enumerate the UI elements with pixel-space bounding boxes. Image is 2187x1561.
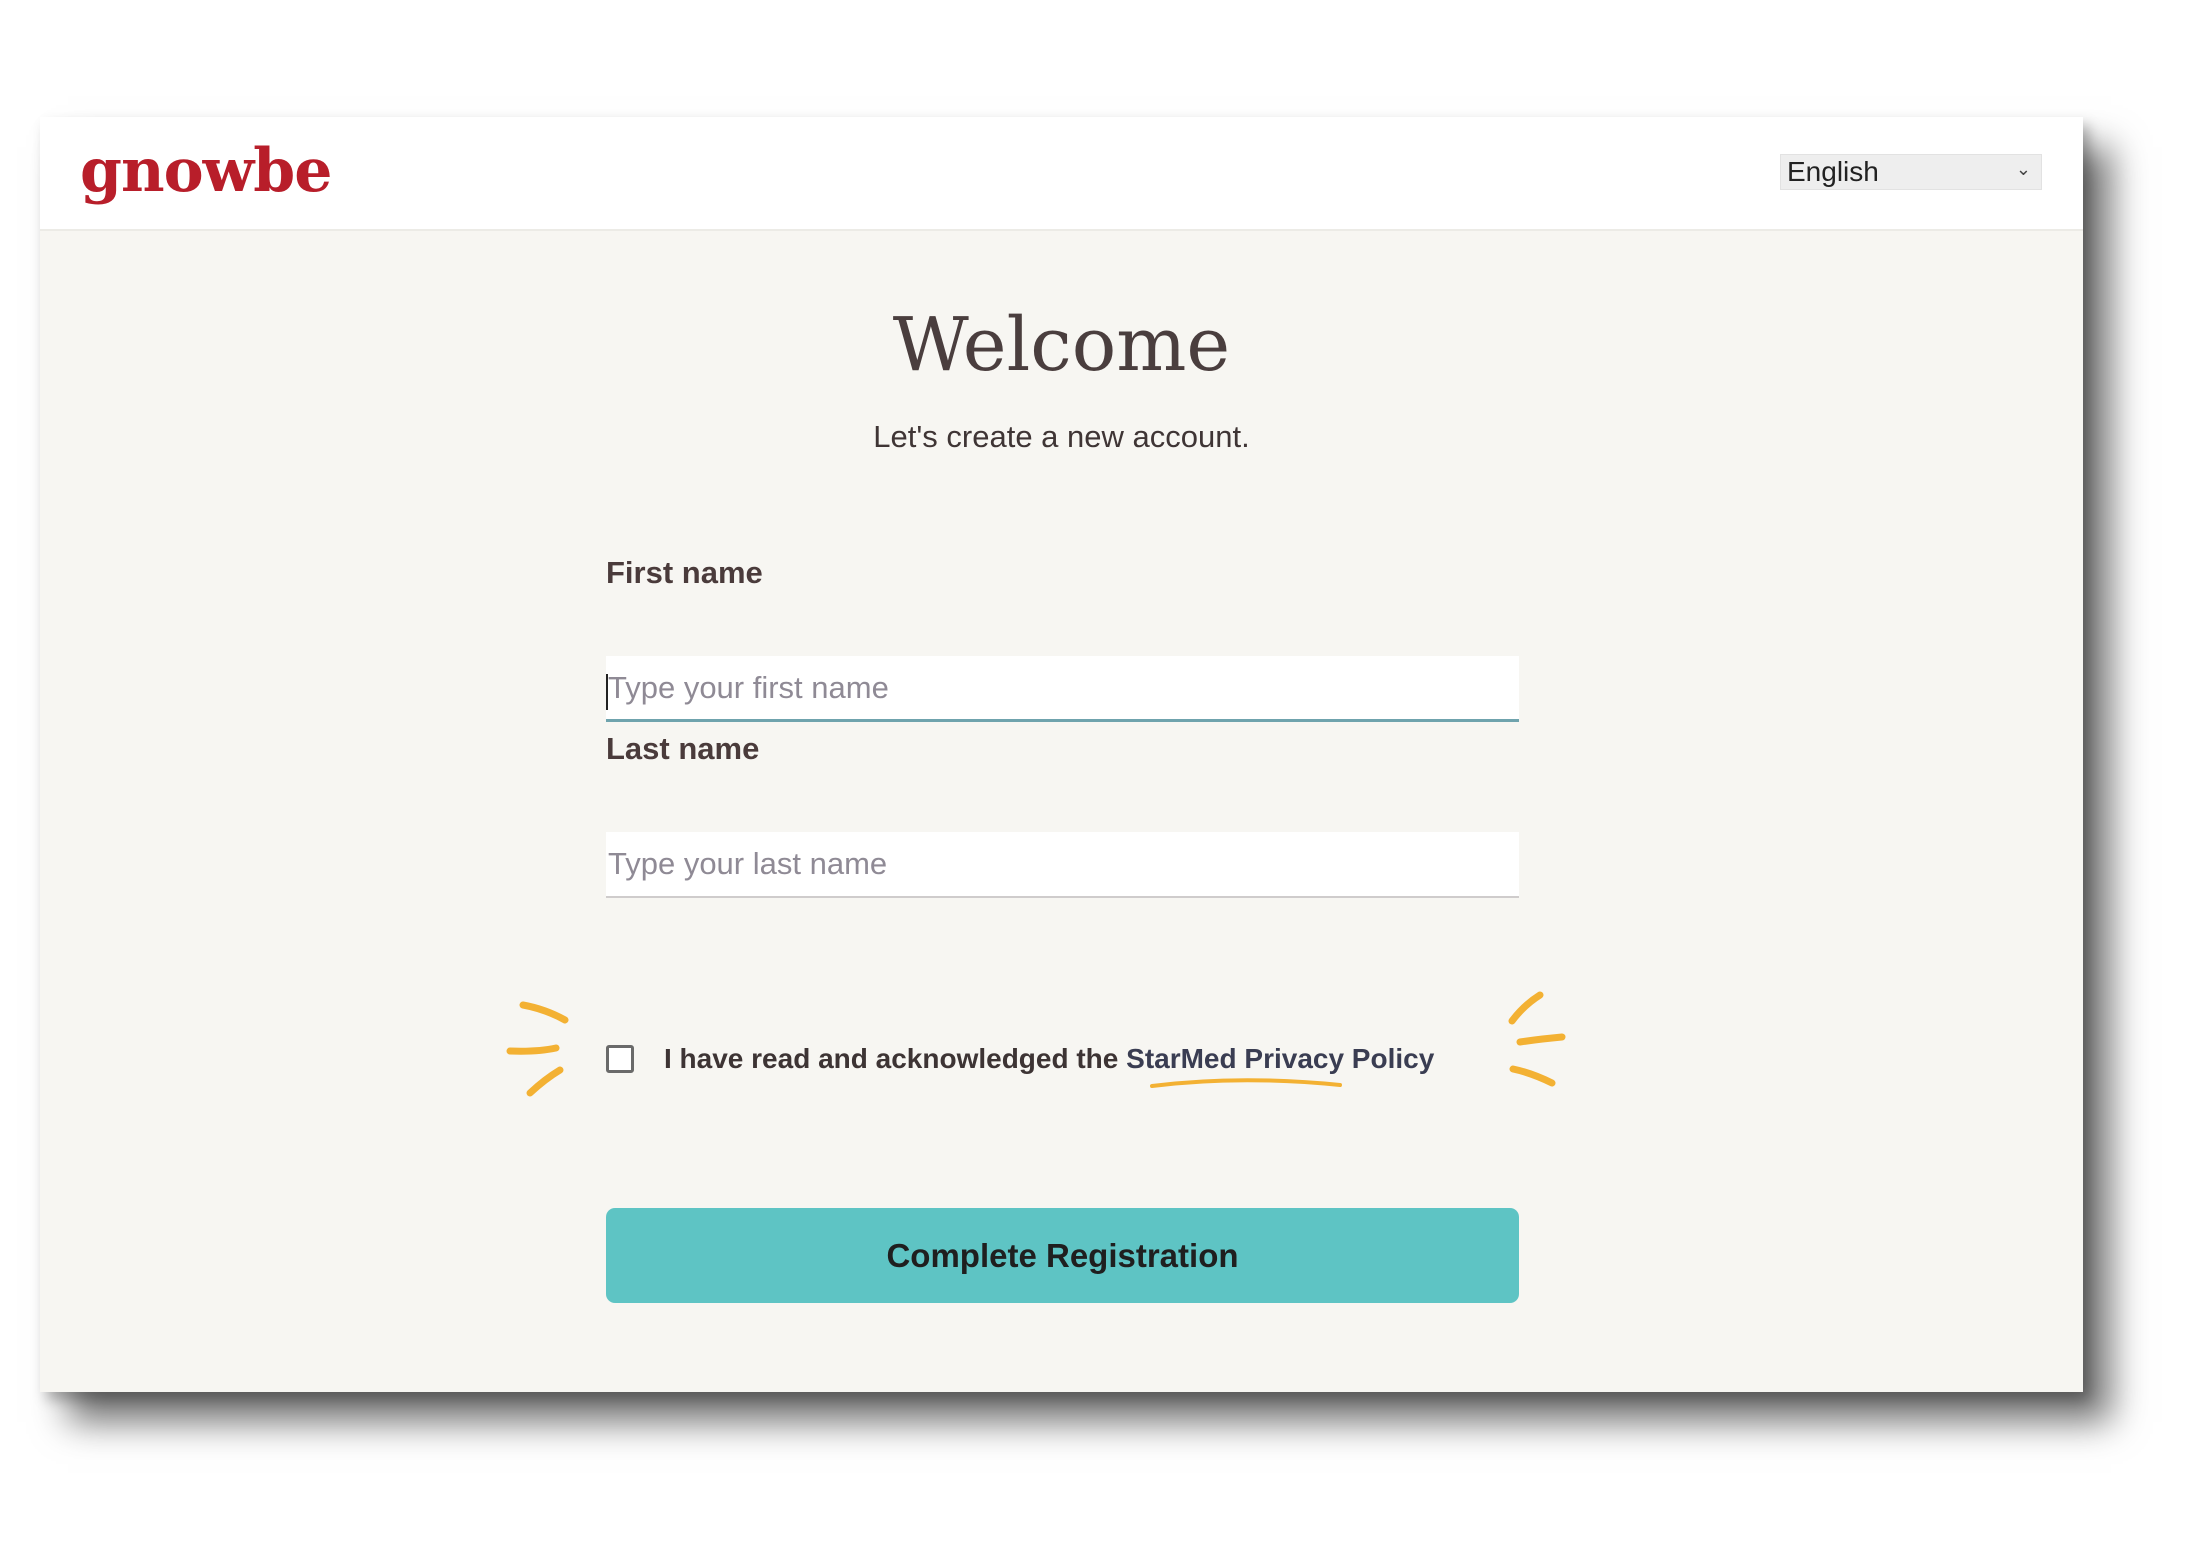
doodle-right-line-bottom <box>1509 1065 1556 1087</box>
doodle-left-line-top <box>519 1001 569 1024</box>
page-title: Welcome <box>892 302 1231 388</box>
doodle-right-line-middle <box>1516 1033 1566 1046</box>
privacy-checkbox[interactable] <box>606 1045 634 1073</box>
doodle-left-line-middle <box>506 1044 560 1055</box>
doodle-right-line-top <box>1508 991 1544 1025</box>
gnowbe-logo: gnowbe <box>80 136 332 206</box>
privacy-consent-text: I have read and acknowledged the StarMed… <box>664 1043 1434 1075</box>
last-name-label: Last name <box>606 731 760 766</box>
language-select[interactable]: English ⌄ <box>1780 154 2042 190</box>
privacy-policy-link[interactable]: StarMed Privacy Policy <box>1126 1043 1434 1074</box>
doodle-left-line-bottom <box>526 1066 564 1097</box>
screenshot-stage: gnowbe English ⌄ Welcome Let's create a … <box>0 0 2187 1561</box>
chevron-down-icon: ⌄ <box>2015 159 2031 179</box>
doodle-left-lines <box>506 1001 569 1097</box>
page-subtitle: Let's create a new account. <box>873 419 1250 454</box>
top-bar: gnowbe English ⌄ <box>40 117 2083 231</box>
first-name-label: First name <box>606 555 763 590</box>
first-name-input[interactable] <box>606 656 1519 722</box>
app-window: gnowbe English ⌄ Welcome Let's create a … <box>40 117 2083 1392</box>
doodle-right-lines <box>1508 991 1566 1087</box>
complete-registration-button[interactable]: Complete Registration <box>606 1208 1519 1303</box>
privacy-consent-row: I have read and acknowledged the StarMed… <box>606 1034 1434 1084</box>
last-name-input[interactable] <box>606 832 1519 898</box>
language-selected-value: English <box>1787 156 1879 187</box>
text-caret <box>606 674 608 710</box>
privacy-consent-prefix: I have read and acknowledged the <box>664 1043 1127 1074</box>
